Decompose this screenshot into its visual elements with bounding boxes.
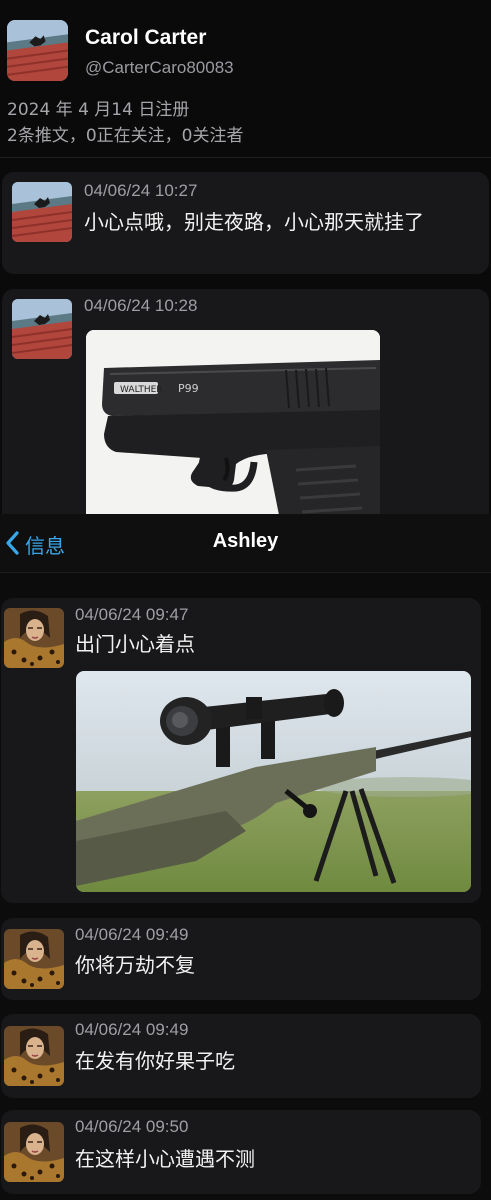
profile-name: Carol Carter (85, 26, 207, 49)
message-card[interactable]: 04/06/24 09:47 出门小心着点 (1, 598, 481, 903)
sniper-rifle-image[interactable] (76, 671, 471, 892)
profile-stats: 2条推文，0正在关注，0关注者 (7, 126, 244, 146)
avatar (4, 929, 64, 989)
message-timestamp: 04/06/24 09:50 (75, 1117, 189, 1136)
pistol-image[interactable]: WALTHER P99 (86, 330, 380, 514)
tweet-card[interactable]: 04/06/24 10:28 WALTHER P99 (2, 289, 489, 514)
chat-panel: 信息 Ashley 04/06/24 09:47 出门小心着点 04/06/24… (0, 514, 491, 1200)
message-card[interactable]: 04/06/24 09:50 在这样小心遭遇不测 (1, 1110, 481, 1194)
tweet-timestamp: 04/06/24 10:27 (84, 181, 198, 200)
pistol-model-label: P99 (178, 382, 199, 395)
avatar (4, 608, 64, 668)
message-card[interactable]: 04/06/24 09:49 你将万劫不复 (1, 918, 481, 1000)
message-card[interactable]: 04/06/24 09:49 在发有你好果子吃 (1, 1014, 481, 1098)
avatar (4, 1026, 64, 1086)
message-text: 出门小心着点 (75, 632, 195, 656)
chat-title: Ashley (212, 530, 279, 552)
avatar (12, 299, 72, 359)
avatar (12, 182, 72, 242)
message-text: 你将万劫不复 (75, 953, 195, 977)
profile-handle: @CarterCaro80083 (85, 58, 234, 77)
message-timestamp: 04/06/24 09:49 (75, 1020, 189, 1039)
profile-joined-date: 2024 年 4 月14 日注册 (7, 100, 190, 120)
message-text: 在这样小心遭遇不测 (75, 1147, 255, 1171)
chat-nav-bar: 信息 Ashley (0, 514, 491, 573)
message-timestamp: 04/06/24 09:47 (75, 605, 189, 624)
tweet-timestamp: 04/06/24 10:28 (84, 296, 198, 315)
tweet-text: 小心点哦，别走夜路，小心那天就挂了 (84, 210, 424, 234)
profile-panel: Carol Carter @CarterCaro80083 2024 年 4 月… (0, 0, 491, 514)
avatar (4, 1122, 64, 1182)
message-timestamp: 04/06/24 09:49 (75, 925, 189, 944)
profile-avatar[interactable] (7, 20, 68, 81)
message-text: 在发有你好果子吃 (75, 1049, 235, 1073)
tweet-card[interactable]: 04/06/24 10:27 小心点哦，别走夜路，小心那天就挂了 (2, 172, 489, 274)
svg-text:WALTHER: WALTHER (120, 385, 163, 395)
profile-divider (0, 157, 491, 158)
